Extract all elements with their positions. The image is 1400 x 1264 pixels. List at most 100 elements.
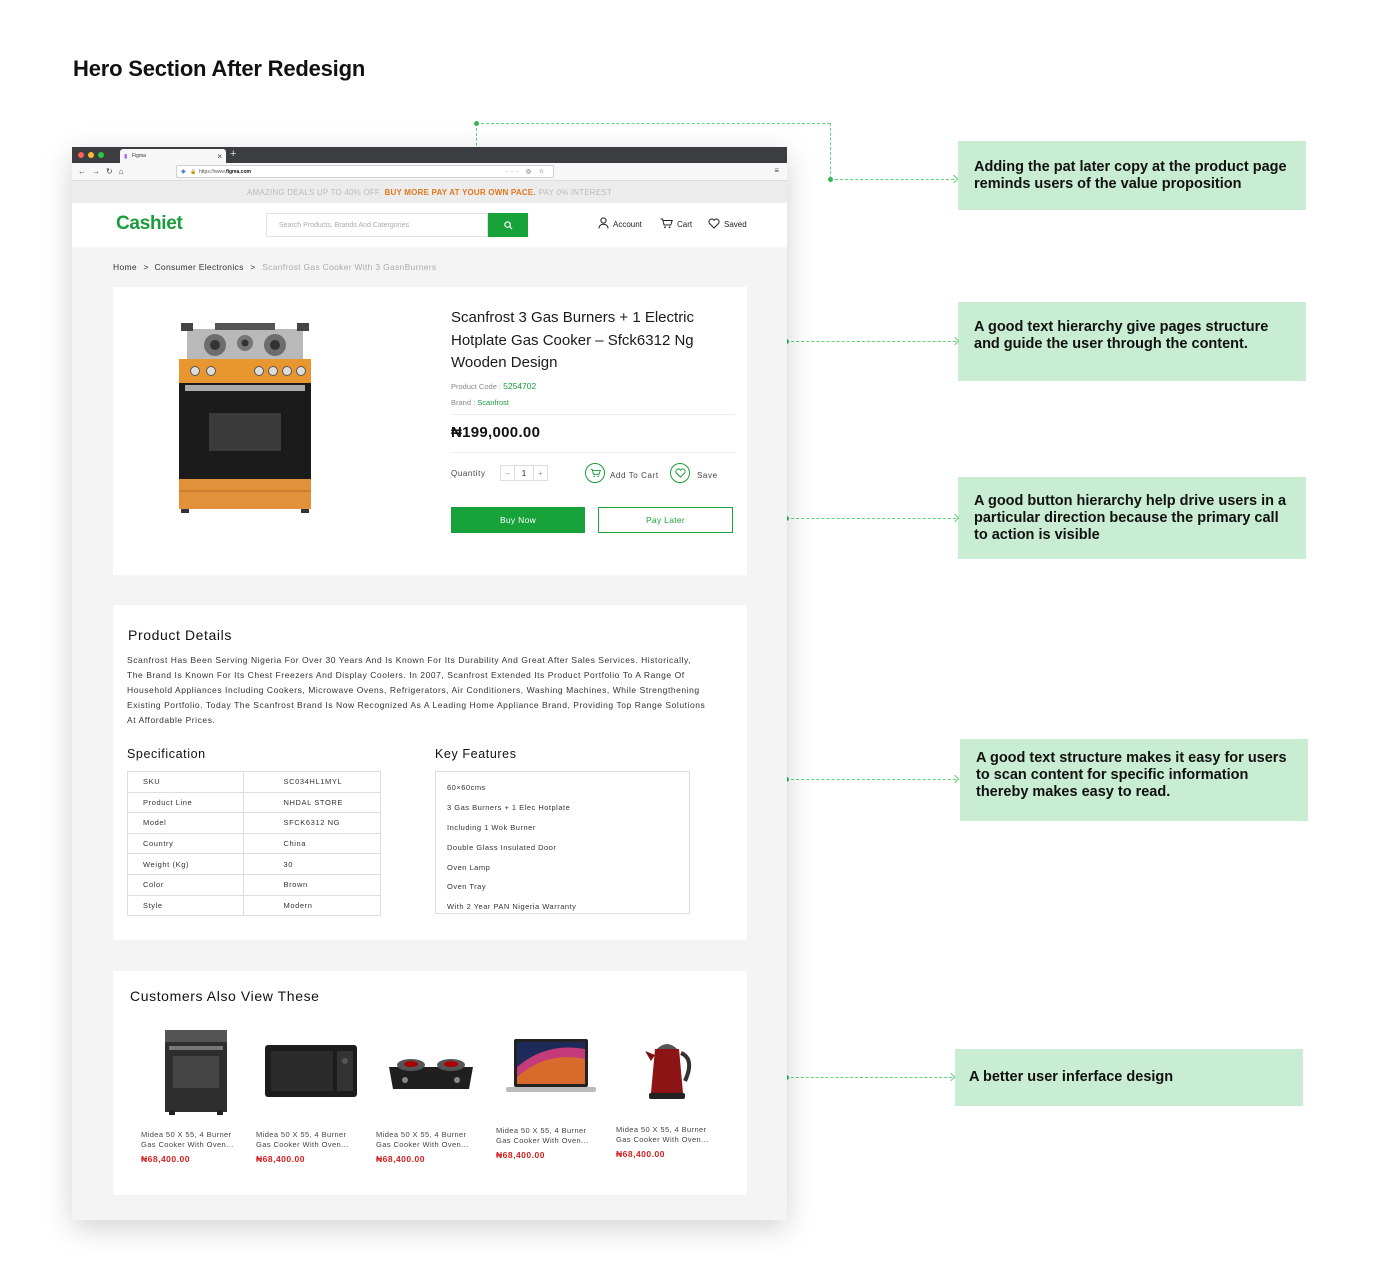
- arrow-right-icon: [946, 1072, 956, 1082]
- promo-banner: AMAZING DEALS UP TO 40% OFF. BUY MORE PA…: [72, 181, 787, 203]
- buy-now-button[interactable]: Buy Now: [451, 507, 585, 533]
- search-icon: [503, 220, 513, 230]
- pay-later-button[interactable]: Pay Later: [598, 507, 733, 533]
- browser-tab-strip: ▮ Figma × +: [72, 147, 787, 163]
- quantity-value[interactable]: 1: [514, 465, 534, 481]
- list-item: 3 Gas Burners + 1 Elec Hotplate: [447, 803, 571, 813]
- annotation-text-structure: A good text structure makes it easy for …: [960, 739, 1308, 821]
- also-view-card: Customers Also View These Midea 50 X 55,…: [113, 971, 747, 1195]
- lock-icon: 🔒: [190, 168, 197, 175]
- breadcrumb-current: Scanfrost Gas Cooker With 3 GasnBurners: [262, 262, 437, 272]
- annotation-button-hierarchy: A good button hierarchy help drive users…: [958, 477, 1306, 559]
- details-heading: Product Details: [128, 627, 232, 643]
- divider: [451, 452, 735, 453]
- specification-heading: Specification: [127, 747, 206, 761]
- new-tab-icon[interactable]: +: [230, 148, 236, 160]
- reload-icon[interactable]: ↻: [106, 167, 113, 176]
- also-view-heading: Customers Also View These: [130, 988, 320, 1004]
- quantity-stepper: – 1 +: [500, 465, 548, 481]
- annotation-value-proposition: Adding the pat later copy at the product…: [958, 141, 1306, 210]
- annotation-text-hierarchy: A good text hierarchy give pages structu…: [958, 302, 1306, 381]
- close-window-icon[interactable]: [78, 152, 84, 158]
- maximize-window-icon[interactable]: [98, 152, 104, 158]
- browser-mockup: ▮ Figma × + ← → ↻ ⌂ ◆ 🔒 https://www. figm…: [72, 147, 787, 1220]
- table-row: Product Line NHDAL STORE: [128, 792, 381, 814]
- arrow-right-icon: [950, 774, 960, 784]
- back-icon[interactable]: ←: [78, 167, 86, 176]
- table-row: Style Modern: [128, 895, 381, 917]
- heart-icon: [708, 218, 720, 229]
- shield-icon: ◆: [181, 169, 186, 175]
- table-row: Weight (Kg) 30: [128, 854, 381, 875]
- site-header: Cashiet Search Products, Brands And Cate…: [72, 203, 787, 247]
- product-tile[interactable]: Midea 50 X 55, 4 Burner Gas Cooker With …: [141, 1023, 251, 1164]
- home-icon[interactable]: ⌂: [119, 167, 124, 176]
- product-title: Scanfrost 3 Gas Burners + 1 Electric Hot…: [451, 309, 695, 371]
- address-bar[interactable]: ◆ 🔒 https://www. figma.com ··· ◎ ☆: [176, 165, 554, 178]
- product-hero-card: Scanfrost 3 Gas Burners + 1 Electric Hot…: [113, 287, 747, 575]
- key-features-heading: Key Features: [435, 747, 517, 761]
- search-input[interactable]: Search Products, Brands And Catergories: [266, 213, 488, 237]
- save-button[interactable]: Save: [670, 463, 718, 483]
- connector-line: [830, 179, 954, 180]
- forward-icon[interactable]: →: [92, 167, 100, 176]
- heart-icon: [670, 463, 690, 483]
- account-link[interactable]: Account: [598, 217, 642, 229]
- browser-toolbar: ← → ↻ ⌂ ◆ 🔒 https://www. figma.com ··· ◎ …: [72, 163, 787, 181]
- increase-button[interactable]: +: [533, 465, 548, 481]
- product-tile[interactable]: Midea 50 X 55, 4 Burner Gas Cooker With …: [376, 1023, 486, 1164]
- connector-line: [786, 1077, 952, 1078]
- list-item: Double Glass Insulated Door: [447, 842, 557, 852]
- arrow-right-icon: [949, 174, 959, 184]
- connector-line: [786, 779, 956, 780]
- breadcrumb-home[interactable]: Home: [113, 262, 137, 272]
- connector-line: [476, 123, 830, 124]
- list-item: Including 1 Wok Burner: [447, 822, 536, 832]
- table-row: Model SFCK6312 NG: [128, 813, 381, 834]
- list-item: 60×60cms: [447, 783, 486, 793]
- product-tile[interactable]: Midea 50 X 55, 4 Burner Gas Cooker With …: [616, 1023, 726, 1159]
- connector-line: [786, 341, 956, 342]
- saved-link[interactable]: Saved: [708, 217, 747, 229]
- gas-stove-icon: [376, 1023, 486, 1118]
- cart-icon: [660, 218, 673, 228]
- page-title: Hero Section After Redesign: [73, 56, 366, 81]
- breadcrumb: Home > Consumer Electronics > Scanfrost …: [113, 262, 437, 272]
- product-price: ₦199,000.00: [451, 424, 541, 441]
- product-details-card: Product Details Scanfrost Has Been Servi…: [113, 605, 747, 940]
- page-actions-icon[interactable]: ··· ◎ ☆: [506, 168, 547, 175]
- key-features-list: 60×60cms 3 Gas Burners + 1 Elec Hotplate…: [435, 771, 690, 914]
- quantity-label: Quantity: [451, 469, 486, 478]
- product-tile[interactable]: Midea 50 X 55, 4 Burner Gas Cooker With …: [496, 1019, 606, 1160]
- connector-line: [830, 123, 831, 179]
- laptop-icon: [496, 1019, 606, 1114]
- table-row: Color Brown: [128, 874, 381, 896]
- list-item: Oven Lamp: [447, 862, 491, 872]
- cart-icon: [585, 463, 605, 483]
- list-item: With 2 Year PAN Nigeria Warranty: [447, 902, 577, 912]
- divider: [451, 414, 735, 415]
- breadcrumb-category[interactable]: Consumer Electronics: [154, 262, 243, 272]
- annotation-better-ui: A better user inferface design: [955, 1049, 1303, 1106]
- table-row: Country China: [128, 833, 381, 855]
- menu-icon[interactable]: ≡: [774, 166, 779, 175]
- kettle-icon: [616, 1023, 726, 1113]
- close-tab-icon[interactable]: ×: [217, 152, 222, 161]
- microwave-icon: [256, 1023, 366, 1118]
- add-to-cart-button[interactable]: Add To Cart: [585, 463, 659, 483]
- product-description: Scanfrost Has Been Serving Nigeria For O…: [127, 655, 706, 725]
- connector-dot: [474, 121, 479, 126]
- user-icon: [598, 217, 609, 229]
- connector-line: [786, 518, 956, 519]
- product-code: Product Code : 5254702: [451, 381, 537, 391]
- table-row: SKU SC034HL1MYL: [128, 772, 381, 793]
- cooker-icon: [141, 1023, 251, 1118]
- product-brand: Brand : Scanfrost: [451, 398, 509, 407]
- minimize-window-icon[interactable]: [88, 152, 94, 158]
- cart-link[interactable]: Cart: [660, 217, 692, 229]
- product-tile[interactable]: Midea 50 X 55, 4 Burner Gas Cooker With …: [256, 1023, 366, 1164]
- logo[interactable]: Cashiet: [116, 213, 183, 235]
- decrease-button[interactable]: –: [500, 465, 515, 481]
- browser-tab[interactable]: ▮ Figma ×: [120, 149, 226, 163]
- search-button[interactable]: [488, 213, 528, 237]
